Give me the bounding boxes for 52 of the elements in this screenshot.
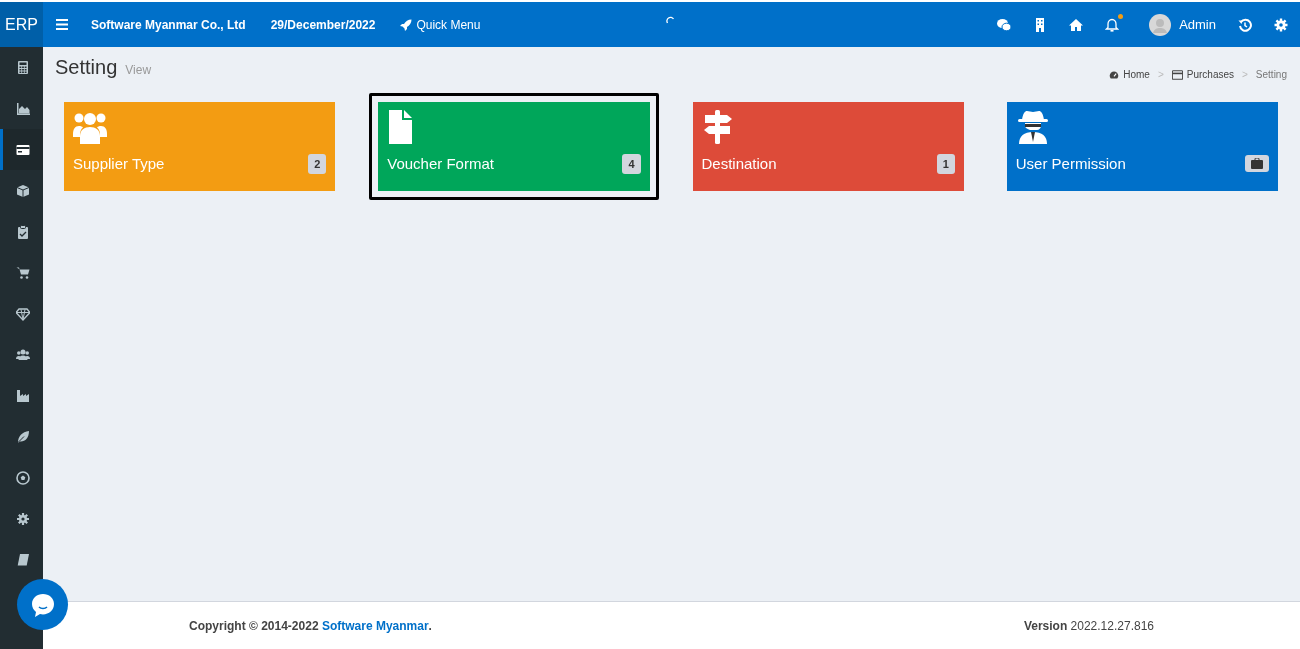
tile-label: User Permission [1015,153,1126,174]
gear-icon [16,511,30,526]
cube-icon [16,183,30,198]
briefcase-badge [1245,155,1269,173]
company-name: Software Myanmar Co., Ltd [91,16,246,34]
user-menu[interactable]: Admin [1149,13,1216,36]
spy-icon [1015,110,1050,144]
loading-spinner-icon [666,15,676,25]
history-icon[interactable] [1238,17,1252,32]
breadcrumb-link[interactable]: Home [1109,67,1150,82]
breadcrumb-current: Setting [1255,68,1287,82]
avatar-icon [1149,13,1172,36]
credit-card-icon [1171,69,1183,80]
home-icon[interactable] [1069,17,1084,32]
settings-icon[interactable] [1274,17,1288,32]
users-icon [73,110,107,144]
page-title: Setting [55,55,118,80]
quick-menu-link[interactable]: Quick Menu [400,15,481,34]
tile-label: Voucher Format [387,153,494,174]
leaf-icon [16,429,30,444]
rocket-icon [400,18,413,31]
users-icon [16,347,30,362]
credit-card-icon [16,142,30,157]
tile-label: Supplier Type [73,153,165,174]
count-badge: 4 [622,153,641,174]
shopping-cart-icon [16,265,30,280]
count-badge: 1 [936,153,955,174]
copyright-text: Copyright © 2014-2022 Software Myanmar. [189,617,432,635]
speech-bubble-icon [29,591,56,618]
factory-icon [16,388,30,403]
company-link[interactable]: Software Myanmar [321,618,429,633]
breadcrumb-separator: > [1157,68,1164,82]
clipboard-icon [16,224,30,239]
brand-logo[interactable]: ERP [0,2,43,47]
sidebar-item[interactable] [0,129,43,170]
date-label: 29/December/2022 [270,16,376,34]
chat-icon[interactable] [997,17,1012,32]
dashboard-icon [1109,69,1120,80]
menu-icon[interactable] [56,19,68,30]
diamond-icon [16,306,30,321]
count-badge: 2 [308,153,327,174]
breadcrumb-separator: > [1242,68,1248,82]
soccer-ball-icon [16,470,30,485]
calculator-icon [16,60,30,75]
breadcrumb-link[interactable]: Purchases [1171,67,1234,82]
version-text: Version 2022.12.27.816 [1023,617,1154,635]
area-chart-icon [16,101,30,116]
book-icon [16,552,30,567]
setting-tile[interactable]: Voucher Format 4 [369,93,659,200]
bell-icon[interactable] [1105,17,1120,32]
tile-label: Destination [701,153,777,174]
page-subtitle: View [125,62,152,79]
